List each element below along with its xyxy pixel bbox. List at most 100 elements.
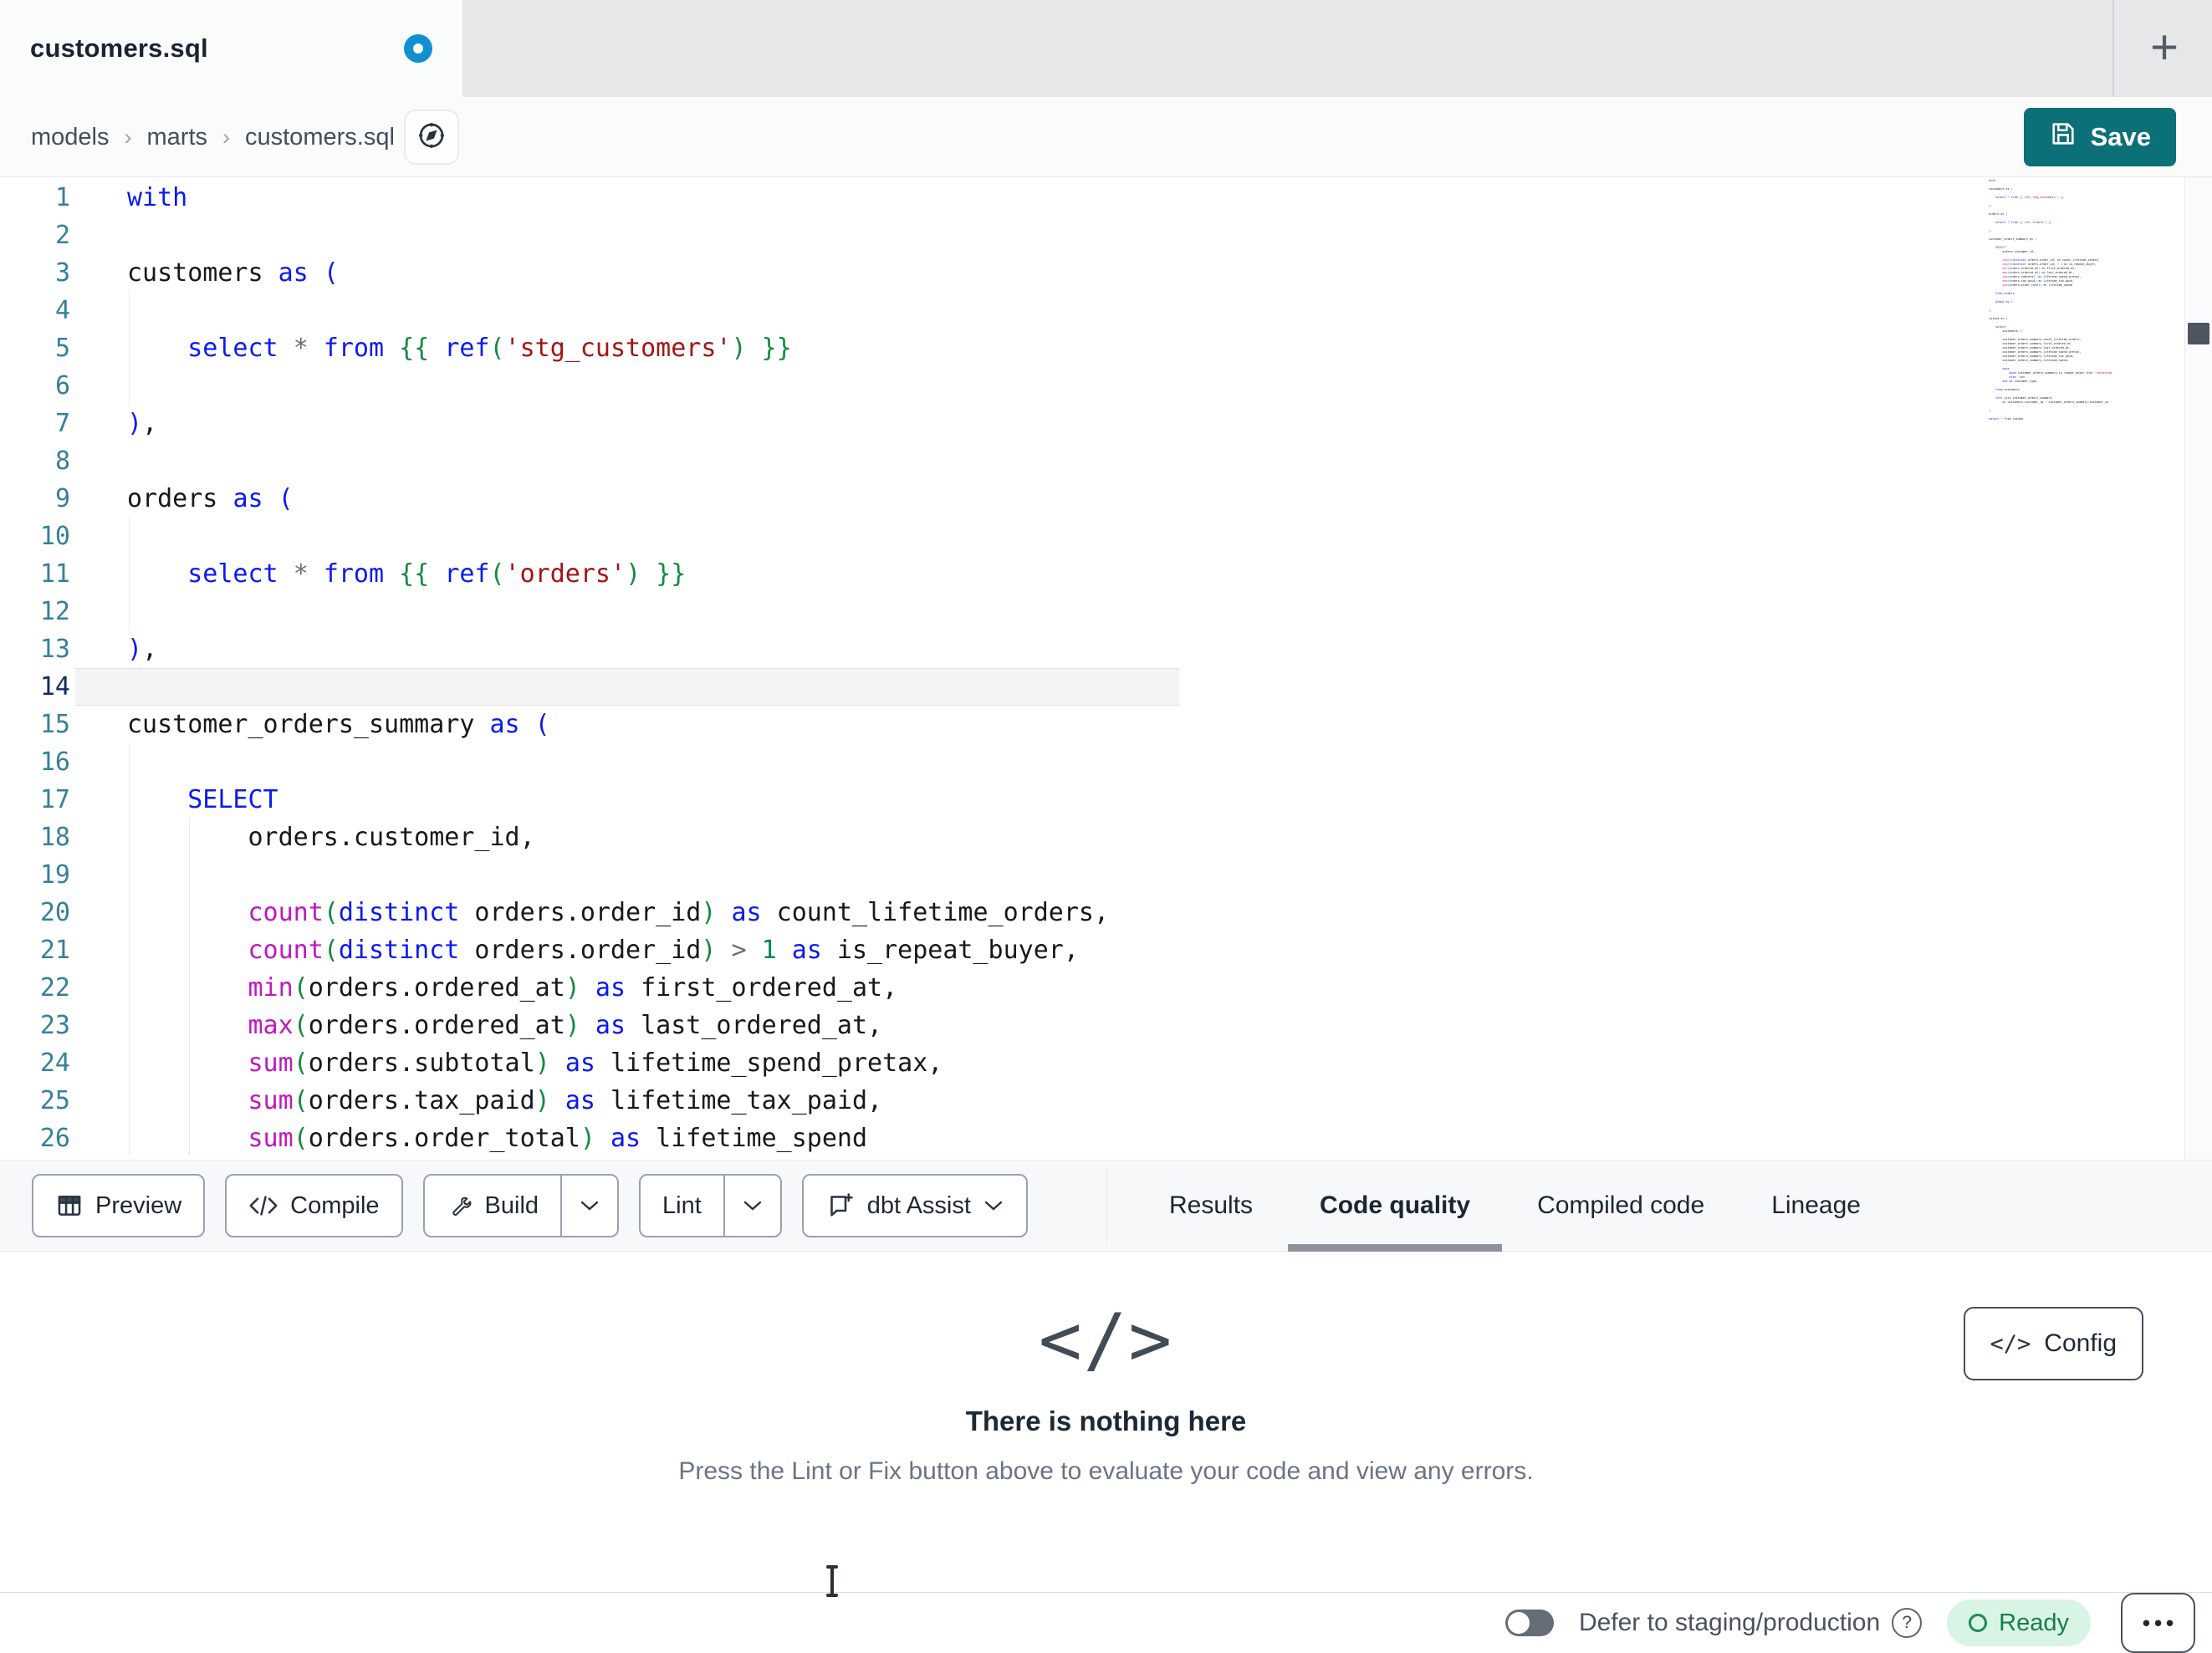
navigate-to-file-button[interactable] (404, 110, 459, 165)
code-line[interactable]: 5 select * from {{ ref('stg_customers') … (0, 329, 2212, 367)
breadcrumb-item-models[interactable]: models (31, 124, 110, 151)
config-label: Config (2044, 1329, 2117, 1357)
code-line[interactable]: 4 (0, 292, 2212, 329)
editor-scrollbar-thumb[interactable] (2188, 323, 2209, 344)
line-number: 2 (54, 221, 70, 250)
floppy-disk-icon (2049, 120, 2077, 155)
new-tab-button[interactable]: + (2128, 12, 2200, 84)
breadcrumb-item-customers-sql[interactable]: customers.sql (245, 124, 395, 151)
code-text: count(distinct orders.order_id) > 1 as i… (248, 936, 1079, 965)
preview-button[interactable]: Preview (32, 1174, 206, 1237)
code-line[interactable]: 8 (0, 442, 2212, 480)
code-text: sum(orders.tax_paid) as lifetime_tax_pai… (248, 1086, 883, 1115)
build-dropdown-button[interactable] (560, 1176, 617, 1236)
tab-customers-sql[interactable]: customers.sql (0, 0, 462, 97)
chevron-down-icon (983, 1199, 1004, 1212)
code-line[interactable]: 10 (0, 518, 2212, 555)
line-number: 18 (39, 823, 70, 852)
ready-label: Ready (1999, 1609, 2069, 1636)
code-line[interactable]: 12 (0, 593, 2212, 630)
line-number: 12 (39, 597, 70, 626)
code-line[interactable]: 26 sum(orders.order_total) as lifetime_s… (0, 1120, 2212, 1157)
chevron-down-icon (579, 1199, 600, 1212)
toolbar-divider (1106, 1167, 1107, 1244)
code-line[interactable]: 17 SELECT (0, 781, 2212, 819)
tab-title: customers.sql (30, 33, 208, 63)
code-line[interactable]: 3 customers as ( (0, 254, 2212, 292)
line-number: 24 (39, 1048, 70, 1078)
code-line[interactable]: 21 count(distinct orders.order_id) > 1 a… (0, 931, 2212, 969)
minimap[interactable]: with customers as ( select * from {{ ref(… (1989, 179, 2116, 430)
tab-results[interactable]: Results (1167, 1160, 1254, 1252)
code-line[interactable]: 7), (0, 405, 2212, 442)
code-line[interactable]: 1 with (0, 179, 2212, 217)
code-editor[interactable]: 1 with 2 3 customers as ( 4 5 select * from {{… (0, 177, 2212, 1160)
code-line[interactable]: 11 select * from {{ ref('orders') }} (0, 555, 2212, 593)
ellipsis-icon: ••• (2142, 1610, 2179, 1635)
lint-dropdown-button[interactable] (723, 1176, 780, 1236)
config-button[interactable]: </> Config (1963, 1307, 2143, 1380)
code-line[interactable]: 9 orders as ( (0, 480, 2212, 518)
breadcrumb-item-marts[interactable]: marts (147, 124, 208, 151)
save-button[interactable]: Save (2023, 108, 2176, 166)
line-number: 14 (39, 672, 70, 702)
dbt-assist-button[interactable]: dbt Assist (801, 1174, 1028, 1237)
preview-label: Preview (95, 1191, 182, 1219)
tab-compiled-code[interactable]: Compiled code (1535, 1160, 1706, 1252)
line-number: 8 (54, 446, 70, 476)
code-line[interactable]: 16 (0, 743, 2212, 781)
code-line[interactable]: 19 (0, 856, 2212, 894)
lint-button[interactable]: Lint (641, 1176, 723, 1236)
code-text: select * from {{ ref('stg_customers') }} (187, 334, 792, 363)
line-number: 22 (39, 973, 70, 1003)
line-number: 21 (39, 936, 70, 965)
lint-label: Lint (662, 1191, 702, 1219)
code-line[interactable]: 22 min(orders.ordered_at) as first_order… (0, 969, 2212, 1007)
empty-state-title: There is nothing here (965, 1406, 1247, 1436)
code-text: SELECT (187, 785, 278, 814)
code-line[interactable]: 25 sum(orders.tax_paid) as lifetime_tax_… (0, 1082, 2212, 1120)
line-number: 1 (54, 183, 70, 212)
build-split-button: Build (422, 1174, 620, 1237)
breadcrumb-separator: › (222, 124, 230, 150)
status-bar: Defer to staging/production ? Ready ••• (0, 1592, 2212, 1653)
more-options-button[interactable]: ••• (2121, 1593, 2195, 1653)
line-number: 4 (54, 296, 70, 325)
code-line[interactable]: 6 (0, 367, 2212, 405)
line-number: 20 (39, 898, 70, 927)
wrench-icon (447, 1192, 473, 1219)
line-number: 5 (54, 334, 70, 363)
minimap-line: on customers.customer_id = customer_orde… (2002, 400, 2108, 404)
build-label: Build (484, 1191, 539, 1219)
code-line[interactable]: 23 max(orders.ordered_at) as last_ordere… (0, 1007, 2212, 1044)
code-line[interactable]: 15 customer_orders_summary as ( (0, 706, 2212, 743)
code-text: max(orders.ordered_at) as last_ordered_a… (248, 1011, 883, 1040)
code-line[interactable]: 20 count(distinct orders.order_id) as co… (0, 894, 2212, 931)
code-line[interactable]: 24 sum(orders.subtotal) as lifetime_spen… (0, 1044, 2212, 1082)
line-number: 9 (54, 484, 70, 513)
tab-code-quality[interactable]: Code quality (1288, 1160, 1503, 1252)
line-number: 19 (39, 860, 70, 890)
code-text: orders.customer_id, (127, 823, 535, 852)
chevron-down-icon (742, 1199, 764, 1212)
build-button[interactable]: Build (425, 1176, 561, 1236)
tab-lineage[interactable]: Lineage (1770, 1160, 1862, 1252)
code-quality-panel: </> There is nothing here Press the Lint… (0, 1252, 2212, 1592)
code-line[interactable]: 13), (0, 630, 2212, 668)
line-number: 6 (54, 371, 70, 400)
compile-button[interactable]: Compile (225, 1174, 403, 1237)
toggle-knob (1507, 1612, 1530, 1634)
code-line[interactable]: 18 orders.customer_id, (0, 819, 2212, 856)
assist-chat-sparkle-icon (825, 1191, 856, 1221)
code-line[interactable]: 14 (0, 668, 2212, 706)
status-circle-icon (1969, 1614, 1988, 1632)
save-label: Save (2090, 122, 2151, 151)
line-number: 3 (54, 258, 70, 288)
line-number: 15 (39, 710, 70, 739)
editor-toolbar: Preview Compile Build Lint dbt Assist (0, 1160, 2212, 1252)
defer-toggle[interactable] (1504, 1610, 1554, 1636)
code-rows: 1 with 2 3 customers as ( 4 5 select * from {{… (0, 179, 2212, 1157)
ready-status-badge[interactable]: Ready (1947, 1599, 2091, 1646)
code-line[interactable]: 2 (0, 217, 2212, 254)
help-icon[interactable]: ? (1892, 1608, 1923, 1638)
